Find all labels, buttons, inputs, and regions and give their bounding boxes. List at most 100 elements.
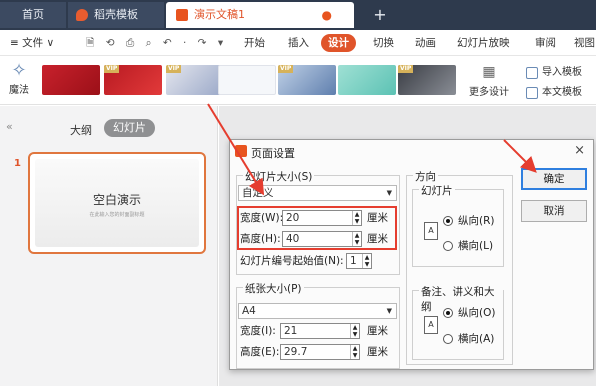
design-thumbnail[interactable]: VIP — [278, 65, 336, 95]
menu-switch[interactable]: 切换 — [373, 30, 394, 56]
quick-access-toolbar[interactable]: 🗎 ⟲ ⎙ ⌕ ↶ · ↷ ▾ — [86, 30, 227, 56]
tab-template[interactable]: 稻壳模板 — [68, 2, 164, 28]
more-design-label: 更多设计 — [469, 87, 509, 98]
slides-portrait-radio[interactable]: 纵向(R) — [443, 214, 495, 228]
notes-landscape-label: 横向(A) — [458, 333, 495, 345]
menu-start[interactable]: 开始 — [244, 30, 265, 56]
design-thumbnail[interactable] — [338, 65, 396, 95]
tab-slides[interactable]: 幻灯片 — [104, 119, 155, 137]
dialog-titlebar[interactable]: 页面设置 × — [230, 140, 593, 162]
app-icon — [235, 145, 247, 157]
magic-label: 魔法 — [9, 85, 29, 96]
menu-review[interactable]: 审阅 — [535, 30, 556, 56]
paper-width-label: 宽度(I): — [240, 325, 276, 337]
magic-wand-icon: ✧ — [11, 60, 27, 81]
file-menu[interactable]: ≡ 文件 ∨ — [10, 30, 54, 56]
slides-landscape-radio[interactable]: 横向(L) — [443, 239, 493, 253]
notes-portrait-label: 纵向(O) — [458, 307, 496, 319]
cancel-button[interactable]: 取消 — [521, 200, 587, 222]
slide-size-group-label: 幻灯片大小(S) — [243, 169, 315, 184]
design-thumbnail[interactable]: VIP — [398, 65, 456, 95]
import-template-label: 导入模板 — [542, 67, 582, 78]
page-setup-dialog: 页面设置 × 幻灯片大小(S) 自定义 ▼ 宽度(W): 20 ▲ ▼ 厘米 高度… — [229, 139, 594, 370]
close-icon[interactable]: × — [574, 143, 585, 158]
menu-slideshow[interactable]: 幻灯片放映 — [457, 30, 510, 56]
text-template-button[interactable]: 本文模板 — [526, 85, 582, 101]
menu-insert[interactable]: 插入 — [288, 30, 309, 56]
presentation-icon — [176, 9, 188, 21]
paper-width-value: 21 — [284, 325, 298, 337]
slides-landscape-label: 横向(L) — [458, 240, 494, 252]
highlight-box — [237, 206, 397, 250]
design-thumbnail[interactable] — [218, 65, 276, 95]
vip-badge: VIP — [166, 65, 182, 73]
tab-document[interactable]: 演示文稿1 ● — [166, 2, 354, 28]
slides-portrait-label: 纵向(R) — [458, 215, 495, 227]
vip-badge: VIP — [398, 65, 414, 73]
docer-logo-icon — [76, 9, 88, 21]
notes-portrait-radio[interactable]: 纵向(O) — [443, 306, 495, 320]
paper-width-unit: 厘米 — [367, 325, 388, 337]
spin-arrows-icon[interactable]: ▲ ▼ — [350, 345, 359, 359]
orientation-group-label: 方向 — [413, 169, 438, 184]
paper-size-group-label: 纸张大小(P) — [243, 281, 304, 296]
start-number-value: 1 — [350, 255, 357, 267]
slides-orientation-label: 幻灯片 — [419, 183, 455, 198]
slide-preview: 空白演示 在此输入您的封面副标题 — [35, 159, 199, 247]
radio-unselected-icon — [443, 334, 453, 344]
more-design-button[interactable]: ▦ 更多设计 — [466, 63, 512, 98]
slide-size-value: 自定义 — [242, 187, 274, 199]
text-template-label: 本文模板 — [542, 87, 582, 98]
tab-bar: 首页 稻壳模板 演示文稿1 ● + — [0, 0, 596, 30]
design-thumbnail[interactable]: VIP — [104, 65, 162, 95]
collapse-panel-icon[interactable]: « — [6, 120, 13, 133]
start-number-input[interactable]: 1 ▲ ▼ — [346, 253, 372, 269]
ok-button[interactable]: 确定 — [521, 168, 587, 190]
spin-arrows-icon[interactable]: ▲ ▼ — [350, 324, 359, 338]
dialog-title: 页面设置 — [251, 147, 295, 160]
radio-unselected-icon — [443, 241, 453, 251]
page-portrait-icon: A — [424, 222, 438, 240]
tab-outline[interactable]: 大纲 — [70, 122, 92, 138]
slide-title: 空白演示 — [92, 193, 141, 207]
vip-badge: VIP — [278, 65, 294, 73]
paper-height-unit: 厘米 — [367, 346, 388, 358]
grid-icon: ▦ — [482, 64, 496, 80]
start-number-label: 幻灯片编号起始值(N): — [240, 255, 344, 267]
slide-size-select[interactable]: 自定义 ▼ — [238, 185, 397, 201]
radio-selected-icon — [443, 308, 453, 318]
notes-landscape-radio[interactable]: 横向(A) — [443, 332, 494, 346]
slide-thumbnail[interactable]: 空白演示 在此输入您的封面副标题 — [28, 152, 206, 254]
slide-subtitle: 在此输入您的封面副标题 — [89, 212, 145, 218]
spin-arrows-icon[interactable]: ▲ ▼ — [362, 254, 371, 268]
paper-width-input[interactable]: 21 ▲ ▼ — [280, 323, 360, 339]
design-thumbnail[interactable]: VIP — [166, 65, 224, 95]
paper-size-value: A4 — [242, 305, 256, 317]
paper-height-input[interactable]: 29.7 ▲ ▼ — [280, 344, 360, 360]
slide-number: 1 — [14, 158, 21, 169]
chevron-down-icon: ▼ — [386, 189, 392, 197]
tab-home[interactable]: 首页 — [0, 2, 66, 28]
import-icon — [526, 67, 538, 79]
template-icon — [526, 87, 538, 99]
paper-size-select[interactable]: A4 ▼ — [238, 303, 397, 319]
unsaved-dot-icon[interactable]: ● — [322, 2, 332, 28]
radio-selected-icon — [443, 216, 453, 226]
vip-badge: VIP — [104, 65, 120, 73]
design-ribbon: ✧ 魔法 VIP VIP VIP VIP ▦ 更多设计 导入模板 本文模板 — [0, 57, 596, 105]
tab-template-label: 稻壳模板 — [94, 8, 138, 21]
tab-document-label: 演示文稿1 — [194, 8, 245, 21]
paper-height-value: 29.7 — [284, 346, 308, 358]
page-portrait-icon: A — [424, 316, 438, 334]
menu-bar: ≡ 文件 ∨ 🗎 ⟲ ⎙ ⌕ ↶ · ↷ ▾ 开始 插入 设计 切换 动画 幻灯… — [0, 30, 596, 56]
menu-animation[interactable]: 动画 — [415, 30, 436, 56]
chevron-down-icon: ▼ — [386, 307, 392, 315]
import-template-button[interactable]: 导入模板 — [526, 65, 582, 81]
magic-button[interactable]: ✧ 魔法 — [4, 61, 34, 101]
new-tab-button[interactable]: + — [370, 2, 390, 28]
paper-height-label: 高度(E): — [240, 346, 280, 358]
design-thumbnail[interactable] — [42, 65, 100, 95]
slide-panel: « 大纲 幻灯片 1 空白演示 在此输入您的封面副标题 — [0, 106, 218, 386]
menu-view[interactable]: 视图 — [574, 30, 595, 56]
menu-design[interactable]: 设计 — [321, 34, 356, 52]
